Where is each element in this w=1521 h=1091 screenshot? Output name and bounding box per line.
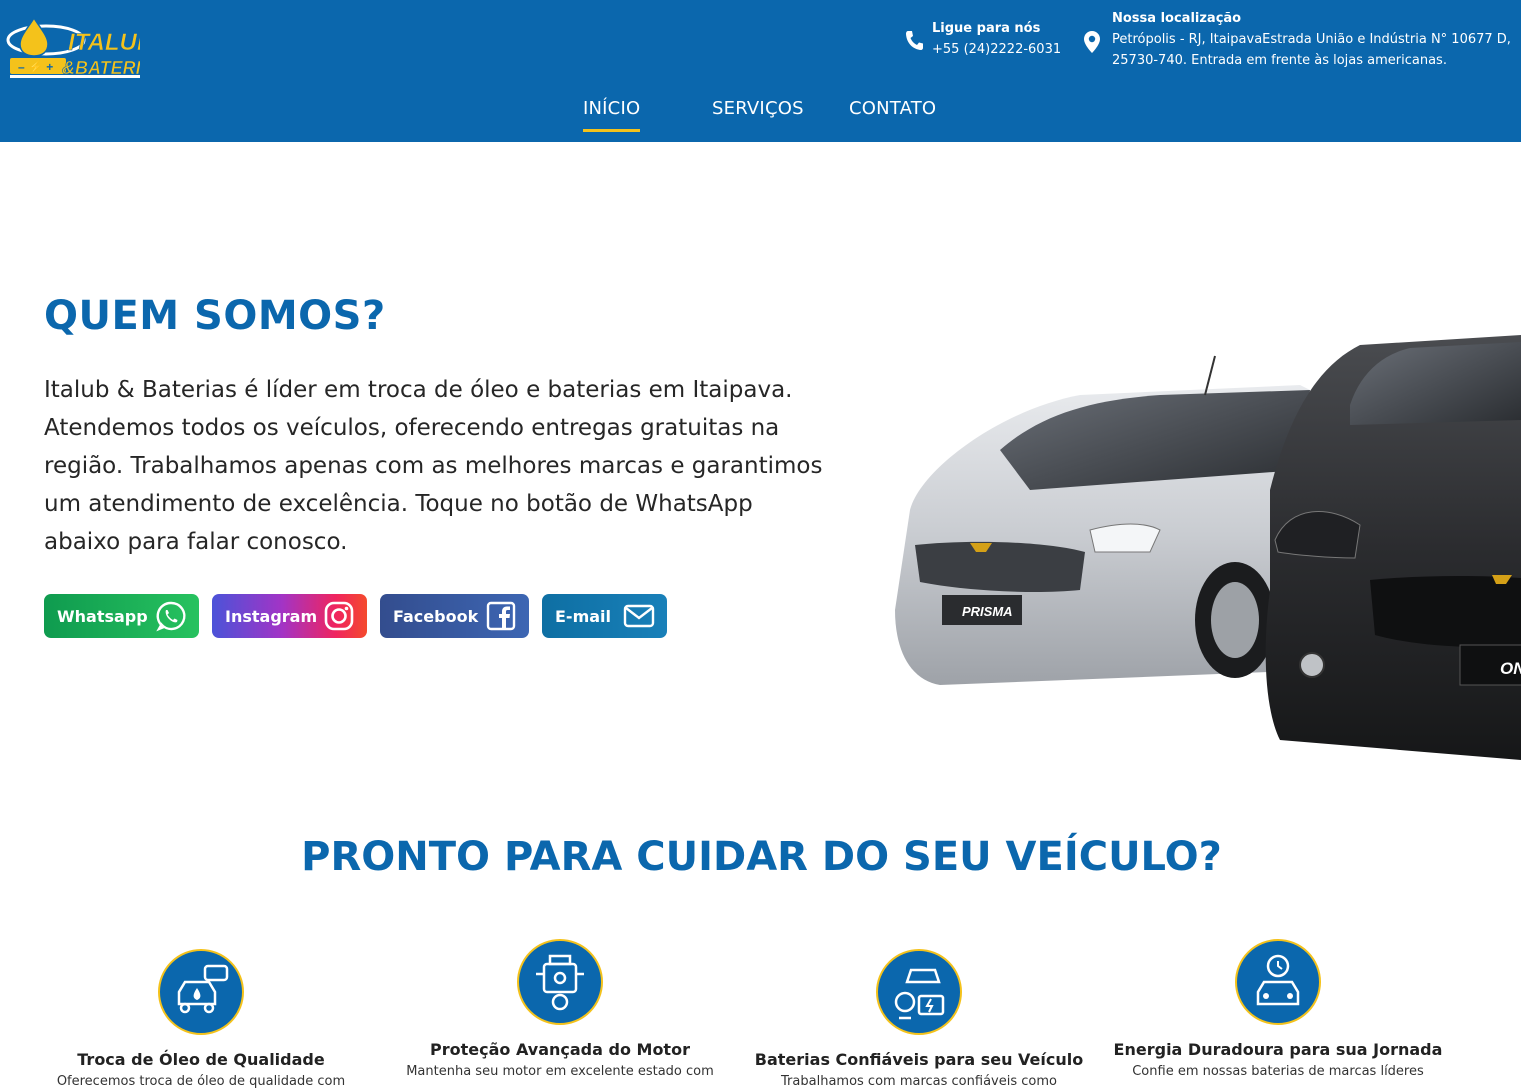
oil-change-icon	[158, 949, 244, 1035]
whatsapp-icon	[156, 601, 186, 632]
feature-desc: Trabalhamos com marcas confiáveis como	[781, 1074, 1057, 1089]
location-pin-icon	[1084, 31, 1100, 53]
contact-phone[interactable]: Ligue para nós +55 (24)2222-6031	[904, 19, 1061, 61]
feature-engine: Proteção Avançada do Motor Mantenha seu …	[395, 938, 725, 1081]
battery-mechanic-icon	[876, 949, 962, 1035]
phone-icon	[906, 31, 923, 50]
phone-title: Ligue para nós	[932, 21, 1041, 36]
feature-oil-change: Troca de Óleo de Qualidade Oferecemos tr…	[36, 948, 366, 1091]
feature-title: Energia Duradoura para sua Jornada	[1113, 1040, 1443, 1059]
instagram-icon	[324, 601, 354, 631]
facebook-icon	[486, 601, 516, 631]
ready-title: PRONTO PARA CUIDAR DO SEU VEÍCULO?	[301, 834, 1222, 880]
svg-text:PRISMA: PRISMA	[962, 604, 1013, 619]
email-button[interactable]: E-mail	[542, 594, 667, 638]
feature-battery: Baterias Confiáveis para seu Veículo Tra…	[754, 948, 1084, 1091]
main-nav: INÍCIO SERVIÇOS CONTATO	[0, 98, 1521, 138]
whatsapp-label: Whatsapp	[57, 606, 148, 626]
cars-image: PRISMA ON	[895, 335, 1521, 760]
about-title: QUEM SOMOS?	[44, 293, 386, 339]
site-header: – ⚡ + ITALUB &BATERIAS Ligue para nós +5…	[0, 0, 1521, 142]
feature-desc: Confie em nossas baterias de marcas líde…	[1132, 1064, 1424, 1079]
svg-text:– ⚡ +: – ⚡ +	[18, 60, 53, 74]
whatsapp-button[interactable]: Whatsapp	[44, 594, 199, 638]
contact-location[interactable]: Nossa localização Petrópolis - RJ, Itaip…	[1083, 9, 1512, 71]
feature-title: Troca de Óleo de Qualidade	[77, 1050, 325, 1069]
engine-icon	[517, 939, 603, 1025]
feature-desc: Mantenha seu motor em excelente estado c…	[406, 1064, 714, 1079]
nav-inicio[interactable]: INÍCIO	[583, 98, 641, 132]
email-label: E-mail	[555, 606, 612, 626]
feature-desc: Oferecemos troca de óleo de qualidade co…	[56, 1074, 346, 1089]
nav-servicos[interactable]: SERVIÇOS	[712, 98, 804, 119]
nav-contato[interactable]: CONTATO	[849, 98, 936, 119]
location-address: Petrópolis - RJ, ItaipavaEstrada União e…	[1112, 32, 1511, 68]
svg-text:ITALUB: ITALUB	[68, 29, 140, 56]
about-text: Italub & Baterias é líder em troca de ól…	[44, 377, 823, 555]
instagram-label: Instagram	[225, 606, 318, 626]
car-timer-icon	[1235, 939, 1321, 1025]
feature-title: Baterias Confiáveis para seu Veículo	[754, 1050, 1084, 1069]
svg-text:ON: ON	[1500, 659, 1521, 678]
facebook-button[interactable]: Facebook	[380, 594, 529, 638]
phone-number[interactable]: +55 (24)2222-6031	[932, 39, 1061, 61]
italub-logo[interactable]: – ⚡ + ITALUB &BATERIAS	[6, 14, 140, 80]
feature-title: Proteção Avançada do Motor	[430, 1040, 690, 1059]
facebook-label: Facebook	[393, 606, 479, 626]
instagram-button[interactable]: Instagram	[212, 594, 367, 638]
feature-energy: Energia Duradoura para sua Jornada Confi…	[1113, 938, 1443, 1081]
location-title: Nossa localização	[1112, 11, 1242, 26]
envelope-icon	[623, 604, 655, 628]
